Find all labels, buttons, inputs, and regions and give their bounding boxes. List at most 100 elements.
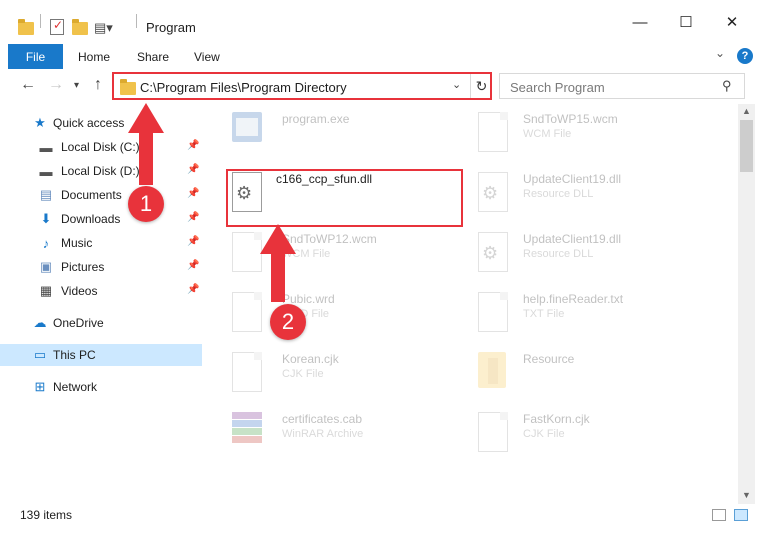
archive-icon [232, 412, 268, 456]
scroll-thumb[interactable] [740, 120, 753, 172]
sidebar-item-this-pc[interactable]: ▭ This PC [0, 344, 202, 366]
file-type: WCM File [282, 248, 331, 260]
list-item[interactable]: help.fineReader.txt TXT File [478, 290, 718, 340]
ribbon: File Home Share View ⌄ ? [0, 44, 769, 69]
divider [136, 14, 137, 28]
sidebar-item-label: Local Disk (D:) [61, 164, 140, 178]
list-item[interactable]: program.exe [232, 110, 472, 160]
document-icon [478, 292, 514, 336]
sidebar-item-music[interactable]: ♪ Music 📌 [0, 232, 202, 254]
pin-icon: 📌 [187, 236, 200, 247]
sidebar-item-label: Local Disk (C:) [61, 140, 140, 154]
file-type: Resource DLL [523, 188, 594, 200]
file-type: WinRAR Archive [282, 428, 364, 440]
close-button[interactable]: ✕ [722, 12, 742, 32]
drive-icon: ▬ [39, 163, 53, 179]
list-item[interactable]: ⚙ UpdateClient19.dll Resource DLL [478, 170, 718, 220]
search-placeholder: Search Program [510, 80, 605, 95]
large-icons-view-icon[interactable] [734, 509, 748, 521]
up-arrow-icon[interactable]: ↑ [94, 76, 102, 94]
list-item[interactable]: Korean.cjk CJK File [232, 350, 472, 400]
sidebar-item-downloads[interactable]: ⬇ Downloads 📌 [0, 208, 202, 230]
new-folder-icon[interactable] [72, 19, 88, 35]
pin-icon: 📌 [187, 164, 200, 175]
tab-share[interactable]: Share [137, 50, 169, 64]
pin-icon: 📌 [187, 284, 200, 295]
sidebar-item-quick-access[interactable]: ★ Quick access [0, 112, 202, 134]
window-title: Program [146, 20, 196, 35]
sidebar-item-pictures[interactable]: ▣ Pictures 📌 [0, 256, 202, 278]
document-icon [478, 112, 514, 156]
maximize-button[interactable]: ☐ [676, 12, 696, 32]
tab-home[interactable]: Home [78, 50, 110, 64]
recent-locations-icon[interactable]: ▾ [74, 80, 79, 91]
file-name: certificates.cab [282, 412, 363, 426]
chevron-down-icon[interactable]: ⌄ [715, 46, 725, 60]
pin-icon: 📌 [187, 188, 200, 199]
file-name: Resource [523, 352, 575, 366]
file-name: UpdateClient19.dll [523, 172, 622, 186]
list-item[interactable]: FastKorn.cjk CJK File [478, 410, 718, 460]
sidebar-item-label: Downloads [61, 212, 121, 226]
document-icon [478, 412, 514, 456]
pin-icon: 📌 [187, 140, 200, 151]
customize-toolbar-icon[interactable]: ▤▾ [94, 20, 113, 36]
file-type: CJK File [282, 368, 324, 380]
status-bar: 139 items [0, 506, 769, 524]
list-item[interactable]: ⚙ UpdateClient19.dll Resource DLL [478, 230, 718, 280]
minimize-button[interactable]: — [630, 12, 650, 32]
item-count: 139 items [20, 508, 73, 522]
sidebar-item-onedrive[interactable]: ☁ OneDrive [0, 312, 202, 334]
file-name: SndToWP12.wcm [282, 232, 377, 246]
network-icon: ⊞ [34, 379, 46, 394]
list-item[interactable]: SndToWP15.wcm WCM File [478, 110, 718, 160]
music-icon: ♪ [42, 235, 50, 251]
cloud-icon: ☁ [33, 315, 47, 330]
scroll-up-icon[interactable]: ▲ [742, 106, 751, 116]
file-name: UpdateClient19.dll [523, 232, 622, 246]
sidebar-item-local-disk-c[interactable]: ▬ Local Disk (C:) 📌 [0, 136, 202, 158]
folder-icon [478, 352, 514, 396]
list-item[interactable]: SndToWP12.wcm WCM File [232, 230, 472, 280]
document-icon [232, 232, 268, 276]
help-button[interactable]: ? [737, 48, 753, 64]
navigation-pane: ★ Quick access ▬ Local Disk (C:) 📌 ▬ Loc… [0, 104, 202, 504]
sidebar-item-documents[interactable]: ▤ Documents 📌 [0, 184, 202, 206]
forward-arrow-icon[interactable]: → [48, 76, 64, 94]
document-icon [232, 352, 268, 396]
star-icon: ★ [34, 115, 46, 130]
dll-gear-icon: ⚙ [478, 232, 514, 276]
computer-icon: ▭ [33, 347, 47, 362]
back-arrow-icon[interactable]: ← [20, 76, 36, 94]
scroll-down-icon[interactable]: ▼ [742, 490, 751, 500]
list-item[interactable]: Resource [478, 350, 718, 400]
sidebar-item-label: Documents [61, 188, 122, 202]
tab-view[interactable]: View [194, 50, 220, 64]
search-input[interactable]: Search Program ⚲ [499, 73, 745, 99]
list-item[interactable]: certificates.cab WinRAR Archive [232, 410, 472, 460]
properties-icon[interactable]: ✓ [50, 18, 64, 35]
drive-icon: ▬ [39, 139, 53, 155]
document-icon [232, 292, 268, 336]
sidebar-item-videos[interactable]: ▦ Videos 📌 [0, 280, 202, 302]
file-highlight [226, 169, 463, 227]
file-name: SndToWP15.wcm [523, 112, 618, 126]
list-item[interactable]: Pubic.wrd WRD File [232, 290, 472, 340]
folder-icon [18, 19, 34, 35]
divider [40, 14, 41, 28]
tab-file[interactable]: File [8, 44, 63, 69]
address-bar-highlight [112, 72, 492, 100]
sidebar-item-label: Network [53, 380, 98, 394]
details-view-icon[interactable] [712, 509, 726, 521]
vertical-scrollbar[interactable]: ▲ ▼ [738, 104, 755, 504]
file-name: help.fineReader.txt [523, 292, 624, 306]
pictures-icon: ▣ [39, 259, 53, 274]
sidebar-item-local-disk-d[interactable]: ▬ Local Disk (D:) 📌 [0, 160, 202, 182]
exe-icon [232, 112, 268, 156]
search-icon[interactable]: ⚲ [722, 78, 732, 94]
file-name: program.exe [282, 112, 350, 126]
sidebar-item-network[interactable]: ⊞ Network [0, 376, 202, 398]
sidebar-item-label: Music [61, 236, 93, 250]
pin-icon: 📌 [187, 212, 200, 223]
pin-icon: 📌 [187, 260, 200, 271]
